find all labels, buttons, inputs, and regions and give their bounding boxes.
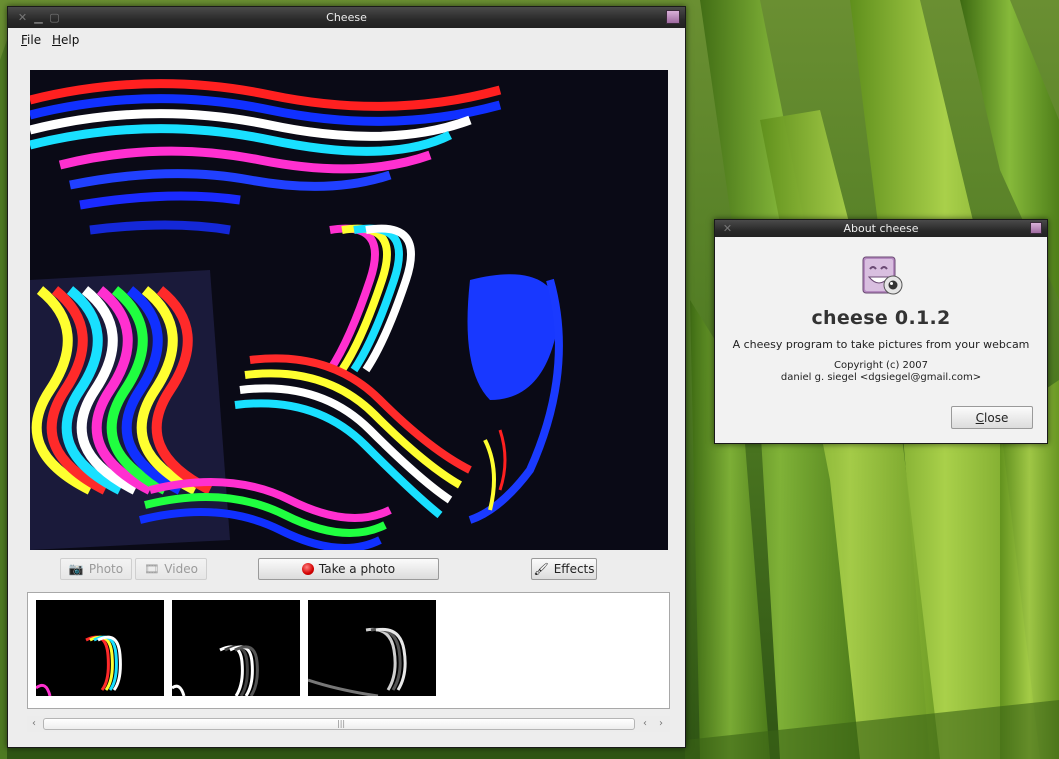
- photo-mode-label: Photo: [88, 562, 124, 576]
- about-description: A cheesy program to take pictures from y…: [732, 338, 1030, 351]
- brush-icon: 🖌: [533, 562, 549, 576]
- video-mode-button[interactable]: 🎞 Video: [135, 558, 207, 580]
- close-button[interactable]: Close: [951, 406, 1033, 429]
- menu-help-mnemonic: H: [52, 33, 62, 47]
- scrollbar-grip[interactable]: |||: [337, 719, 345, 729]
- close-mnemonic: C: [975, 410, 985, 425]
- webcam-preview: [30, 70, 668, 550]
- about-app-name: cheese 0.1.2: [811, 307, 951, 329]
- window-menu-icon[interactable]: [666, 10, 680, 24]
- close-label: lose: [984, 410, 1009, 425]
- main-titlebar[interactable]: ✕ ▁ ▢ Cheese: [8, 7, 685, 28]
- window-title: Cheese: [326, 11, 367, 24]
- thumbnail[interactable]: [172, 600, 300, 696]
- about-title: About cheese: [843, 222, 919, 235]
- effects-button[interactable]: 🖌 Effects: [531, 558, 597, 580]
- about-author: daniel g. siegel <dgsiegel@gmail.com>: [780, 372, 982, 383]
- scrollbar-trough[interactable]: |||: [43, 718, 635, 730]
- video-icon: 🎞: [144, 562, 160, 576]
- thumbnail[interactable]: [308, 600, 436, 696]
- menu-file[interactable]: File: [21, 33, 41, 47]
- take-photo-label: Take a photo: [318, 562, 396, 576]
- thumbnail-strip: [27, 592, 670, 709]
- scroll-left-icon[interactable]: ‹: [27, 716, 41, 732]
- take-photo-button[interactable]: Take a photo: [258, 558, 439, 580]
- scroll-right-icon[interactable]: ›: [654, 716, 668, 732]
- menu-help[interactable]: Help: [52, 33, 79, 47]
- video-mode-label: Video: [164, 562, 198, 576]
- menu-file-label: ile: [27, 33, 42, 47]
- cheese-main-window: ✕ ▁ ▢ Cheese File Help 📷 Photo 🎞 Video T…: [7, 6, 686, 748]
- thumbnail-scrollbar[interactable]: ‹ ||| ‹ ›: [27, 716, 670, 732]
- menubar: File Help: [8, 28, 685, 52]
- about-copyright: Copyright (c) 2007: [834, 360, 928, 371]
- effects-label: Effects: [553, 562, 595, 576]
- record-icon: [301, 563, 314, 575]
- minimize-icon[interactable]: ▁: [32, 11, 45, 24]
- close-icon[interactable]: ✕: [16, 11, 29, 24]
- thumbnail[interactable]: [36, 600, 164, 696]
- close-icon[interactable]: ✕: [721, 222, 734, 235]
- about-titlebar[interactable]: ✕ About cheese: [715, 220, 1047, 237]
- cheese-logo-icon: [861, 255, 905, 299]
- menu-help-label: elp: [61, 33, 80, 47]
- maximize-icon[interactable]: ▢: [48, 11, 61, 24]
- window-menu-icon[interactable]: [1030, 222, 1042, 234]
- camera-icon: 📷: [68, 562, 84, 576]
- about-dialog: ✕ About cheese cheese 0.1.2 A cheesy pro…: [714, 219, 1048, 444]
- photo-mode-button[interactable]: 📷 Photo: [60, 558, 132, 580]
- scroll-left-icon[interactable]: ‹: [638, 716, 652, 732]
